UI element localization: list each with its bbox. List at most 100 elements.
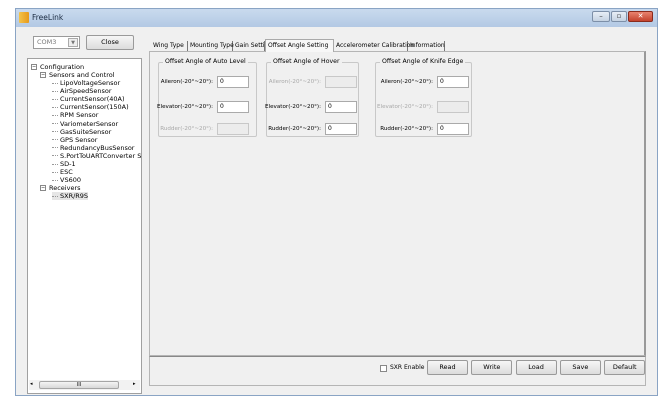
tree-branch-icon <box>52 163 58 165</box>
tree-branch-icon <box>52 147 58 149</box>
tree-node-label: RedundancyBusSensor <box>60 143 135 152</box>
tree-node-label: ESC <box>60 168 73 177</box>
tree-node-label: Sensors and Control <box>49 71 115 79</box>
scroll-left-arrow[interactable]: ◂ <box>30 381 33 387</box>
tab-offset-angle-setting[interactable]: Offset Angle Setting <box>265 39 334 52</box>
load-button[interactable]: Load <box>515 360 557 375</box>
minimize-button[interactable]: – <box>592 11 610 22</box>
group-title: Offset Angle of Knife Edge <box>380 58 466 65</box>
group-title: Offset Angle of Auto Level <box>163 58 248 65</box>
app-window: FreeLink – ▫ ✕ COM3 ▼ Close − Configuratio… <box>15 8 658 396</box>
write-button[interactable]: Write <box>471 360 513 375</box>
collapse-icon[interactable]: − <box>40 185 46 192</box>
field-label: Rudder(-20°~20°): <box>268 126 321 132</box>
offset-input[interactable] <box>437 101 469 113</box>
maximize-button[interactable]: ▫ <box>611 11 627 22</box>
tree-node-label: GPS Sensor <box>60 135 98 144</box>
tree-node-configuration[interactable]: − Configuration <box>31 63 84 71</box>
tree-branch-icon <box>52 114 58 116</box>
tree-node-sensor[interactable]: LipoVoltageSensor <box>52 79 120 87</box>
tab-information[interactable]: Information <box>408 41 445 51</box>
tree-node-sensor[interactable]: GasSuiteSensor <box>52 128 111 136</box>
default-button[interactable]: Default <box>604 360 646 375</box>
tree-node-sensor[interactable]: RPM Sensor <box>52 111 98 119</box>
field-label: Aileron(-20°~20°): <box>380 79 433 85</box>
field-label: Aileron(-20°~20°): <box>160 79 213 85</box>
offset-input[interactable]: 0 <box>325 123 357 135</box>
scroll-right-arrow[interactable]: ▸ <box>133 381 136 387</box>
tree-node-sensor[interactable]: CurrentSensor(40A) <box>52 95 124 103</box>
tree-node-sensor[interactable]: VariometerSensor <box>52 120 118 128</box>
group-title: Offset Angle of Hover <box>271 58 342 65</box>
tree-branch-icon <box>52 123 58 124</box>
field-label: Rudder(-20°~20°): <box>380 126 433 132</box>
tree-node-label: CurrentSensor(150A) <box>60 103 129 112</box>
tree-branch-icon <box>52 131 58 133</box>
tree-node-receivers[interactable]: − Receivers <box>40 184 81 192</box>
action-bar: SXR Enable Read Write Load Save Default <box>149 356 646 386</box>
offset-group: Offset Angle of Auto Level Aileron(-20°~2… <box>157 58 257 137</box>
collapse-icon[interactable]: − <box>40 72 46 78</box>
field-label: Rudder(-20°~20°): <box>160 126 213 132</box>
offset-input[interactable]: 0 <box>325 101 357 113</box>
tree-node-label: VS600 <box>60 176 81 185</box>
tab-accelerometer-calibration[interactable]: Accelerometer Calibration <box>334 41 414 51</box>
offset-input[interactable]: 0 <box>437 123 469 135</box>
tab-panel: Offset Angle of Auto Level Aileron(-20°~2… <box>149 51 646 356</box>
tree-node-sensor[interactable]: VS600 <box>52 176 81 184</box>
tree-node-sensors[interactable]: − Sensors and Control <box>40 71 115 79</box>
tree-branch-icon <box>52 82 58 84</box>
tree-node-sensor[interactable]: ESC <box>52 168 73 176</box>
offset-input[interactable]: 0 <box>217 101 249 113</box>
tree-node-receiver[interactable]: SXR/R9S <box>52 192 89 201</box>
tree-branch-icon <box>52 139 58 141</box>
offset-group: Offset Angle of Hover Aileron(-20°~20°): E… <box>265 58 359 137</box>
tree-node-label: S.PortToUARTConverter S <box>60 151 142 160</box>
tree-node-label: VariometerSensor <box>60 119 119 128</box>
field-label: Aileron(-20°~20°): <box>268 79 321 85</box>
tree-branch-icon <box>52 155 58 157</box>
tree-branch-icon <box>52 98 58 100</box>
tree-node-label: RPM Sensor <box>60 111 99 120</box>
sxr-enable-checkbox[interactable] <box>380 365 387 372</box>
window-title: FreeLink <box>32 13 64 22</box>
read-button[interactable]: Read <box>427 360 468 375</box>
tree-node-label: GasSuiteSensor <box>60 127 112 136</box>
save-button[interactable]: Save <box>559 360 601 375</box>
field-label: Elevator(-20°~20°): <box>377 104 433 110</box>
chevron-down-icon[interactable]: ▼ <box>68 38 78 47</box>
tree-node-label: SXR/R9S <box>60 192 89 201</box>
tree-branch-icon <box>52 171 58 173</box>
config-tree[interactable]: − Configuration − Sensors and Control LipoVo… <box>27 58 142 394</box>
port-value: COM3 <box>37 38 57 46</box>
tab-wing-type[interactable]: Wing Type <box>151 41 188 51</box>
scroll-thumb[interactable]: III <box>39 381 119 389</box>
tree-node-sensor[interactable]: CurrentSensor(150A) <box>52 103 129 111</box>
horizontal-scrollbar[interactable]: ◂ III ▸ <box>29 380 140 390</box>
tree-node-sensor[interactable]: RedundancyBusSensor <box>52 144 134 152</box>
tree-node-sensor[interactable]: GPS Sensor <box>52 136 97 144</box>
tree-node-label: AirSpeedSensor <box>60 87 112 96</box>
field-label: Elevator(-20°~20°): <box>265 104 321 110</box>
tree-node-label: SD-1 <box>60 160 76 168</box>
tab-mounting-type[interactable]: Mounting Type <box>188 41 234 51</box>
tree-node-sensor[interactable]: SD-1 <box>52 160 76 168</box>
offset-input[interactable]: 0 <box>437 76 469 88</box>
tree-node-label: Receivers <box>49 184 81 193</box>
offset-input[interactable]: 0 <box>217 76 249 88</box>
tree-branch-icon <box>52 90 58 92</box>
tree-branch-icon <box>52 195 58 197</box>
tree-node-sensor[interactable]: AirSpeedSensor <box>52 87 112 95</box>
tree-branch-icon <box>52 106 58 108</box>
offset-input[interactable] <box>325 76 357 88</box>
collapse-icon[interactable]: − <box>31 64 37 70</box>
tree-node-label: Configuration <box>40 63 85 71</box>
tab-gain-setting[interactable]: Gain Setting <box>233 41 272 51</box>
close-window-button[interactable]: ✕ <box>628 11 653 22</box>
title-bar[interactable]: FreeLink – ▫ ✕ <box>16 9 657 27</box>
tree-node-sensor[interactable]: S.PortToUARTConverter S <box>52 152 141 160</box>
close-port-button[interactable]: Close <box>86 35 134 50</box>
sxr-enable-label: SXR Enable <box>390 364 425 371</box>
port-combo[interactable]: COM3 ▼ <box>33 36 80 49</box>
offset-input[interactable] <box>217 123 249 135</box>
